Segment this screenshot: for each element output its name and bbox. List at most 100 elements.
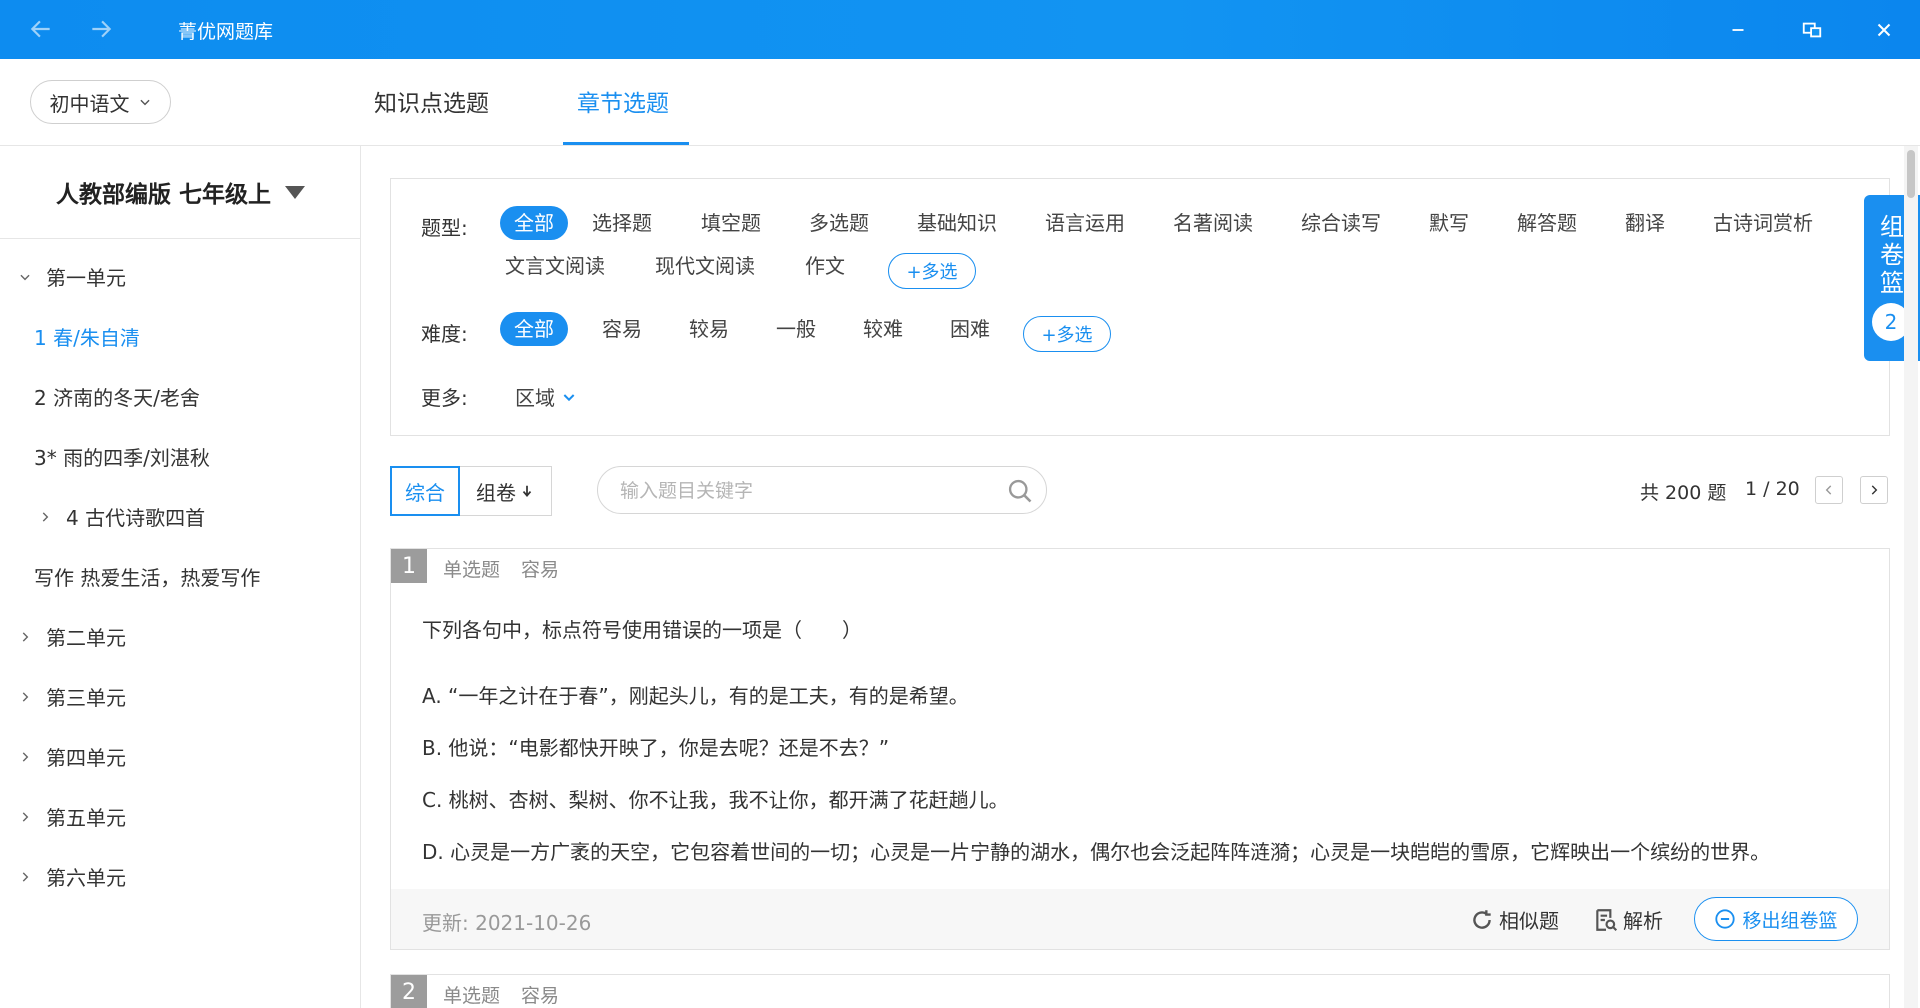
search-input[interactable] — [620, 477, 990, 505]
filter-panel: 题型: 全部 选择题 填空题 多选题 基础知识 语言运用 名著阅读 综合读写 默… — [390, 178, 1890, 436]
chevron-right-icon — [14, 626, 36, 648]
triangle-down-icon — [285, 185, 305, 199]
difficulty-chip-easy[interactable]: 容易 — [588, 312, 656, 346]
sidebar-item-unit-5[interactable]: 第五单元 — [14, 802, 126, 831]
document-search-icon — [1596, 908, 1618, 931]
search-box — [597, 466, 1047, 514]
sidebar-item-lesson-4[interactable]: 4 古代诗歌四首 — [34, 502, 205, 531]
page-indicator: 1 / 20 — [1745, 478, 1800, 500]
subject-select[interactable]: 初中语文 — [30, 80, 171, 124]
type-chip-classics[interactable]: 名著阅读 — [1159, 206, 1267, 240]
option-a: A. “一年之计在于春”，刚起头儿，有的是工夫，有的是希望。 — [422, 684, 969, 708]
difficulty-chip-fairly-hard[interactable]: 较难 — [849, 312, 917, 346]
option-d: D. 心灵是一方广袤的天空，它包容着世间的一切；心灵是一片宁静的湖水，偶尔也会泛… — [422, 840, 1771, 864]
similar-questions-button[interactable]: 相似题 — [1469, 905, 1559, 934]
title-bar: 菁优网题库 — [0, 0, 1920, 59]
chevron-down-icon — [14, 266, 36, 288]
chevron-left-icon — [1825, 485, 1832, 495]
remove-label: 移出组卷篮 — [1742, 909, 1838, 932]
region-label: 区域 — [515, 386, 555, 410]
header: 初中语文 知识点选题 章节选题 — [0, 59, 1920, 146]
chevron-right-icon — [14, 686, 36, 708]
type-chip-classical-reading[interactable]: 文言文阅读 — [491, 249, 619, 283]
minimize-icon[interactable] — [1722, 14, 1754, 46]
active-tab-indicator — [563, 142, 689, 145]
sidebar-item-writing[interactable]: 写作 热爱生活，热爱写作 — [34, 562, 260, 591]
forward-arrow-icon[interactable] — [86, 14, 116, 44]
sidebar-item-label: 第六单元 — [46, 866, 126, 890]
restore-icon[interactable] — [1796, 14, 1828, 46]
sidebar-item-label: 第三单元 — [46, 686, 126, 710]
analysis-button[interactable]: 解析 — [1593, 905, 1663, 934]
type-filter-label: 题型: — [421, 216, 468, 240]
type-chip-language[interactable]: 语言运用 — [1031, 206, 1139, 240]
difficulty-filter-label: 难度: — [421, 322, 468, 346]
book-selector[interactable]: 人教部编版 七年级上 — [0, 146, 361, 239]
difficulty-chip-hard[interactable]: 困难 — [936, 312, 1004, 346]
type-chip-choice[interactable]: 选择题 — [578, 206, 666, 240]
chevron-right-icon — [14, 806, 36, 828]
chevron-right-icon — [14, 746, 36, 768]
question-footer: 更新: 2021-10-26 相似题 解析 移出组卷篮 — [391, 889, 1889, 949]
minus-circle-icon — [1715, 909, 1736, 929]
difficulty-multi-select-button[interactable]: +多选 — [1023, 316, 1111, 352]
search-icon[interactable] — [1006, 477, 1034, 505]
chapter-sidebar: 人教部编版 七年级上 第一单元 1 春/朱自清 2 济南的冬天/老舍 3* 雨的… — [0, 146, 361, 1008]
back-arrow-icon[interactable] — [26, 14, 56, 44]
type-multi-select-button[interactable]: +多选 — [888, 253, 976, 289]
type-chip-answer[interactable]: 解答题 — [1503, 206, 1591, 240]
arrow-down-icon — [522, 485, 532, 498]
remove-from-basket-button[interactable]: 移出组卷篮 — [1694, 897, 1858, 941]
sidebar-item-lesson-2[interactable]: 2 济南的冬天/老舍 — [34, 382, 200, 411]
question-number: 2 — [391, 975, 427, 1008]
chevron-right-icon — [34, 506, 56, 528]
sidebar-item-label: 写作 热爱生活，热爱写作 — [34, 566, 261, 590]
difficulty-chip-medium[interactable]: 一般 — [762, 312, 830, 346]
sidebar-item-unit-4[interactable]: 第四单元 — [14, 742, 126, 771]
sort-paper-button[interactable]: 组卷 — [459, 467, 551, 515]
sidebar-item-label: 4 古代诗歌四首 — [66, 506, 206, 530]
region-dropdown[interactable]: 区域 — [515, 382, 577, 411]
type-chip-fill[interactable]: 填空题 — [687, 206, 775, 240]
type-chip-essay[interactable]: 作文 — [791, 249, 859, 283]
sort-comprehensive-button[interactable]: 综合 — [390, 466, 460, 516]
type-chip-multi[interactable]: 多选题 — [795, 206, 883, 240]
more-filter-label: 更多: — [421, 386, 468, 410]
book-title: 人教部编版 七年级上 — [55, 182, 271, 208]
scroll-thumb[interactable] — [1907, 150, 1915, 198]
sidebar-item-lesson-1[interactable]: 1 春/朱自清 — [34, 322, 140, 351]
option-b: B. 他说：“电影都快开映了，你是去呢？还是不去？” — [422, 736, 890, 760]
sidebar-item-label: 2 济南的冬天/老舍 — [34, 386, 200, 410]
prev-page-button[interactable] — [1815, 476, 1843, 504]
sidebar-item-unit-6[interactable]: 第六单元 — [14, 862, 126, 891]
scrollbar[interactable] — [1904, 146, 1918, 1008]
type-chip-reading-writing[interactable]: 综合读写 — [1287, 206, 1395, 240]
question-stem: 下列各句中，标点符号使用错误的一项是（ ） — [422, 618, 862, 642]
update-date: 更新: 2021-10-26 — [422, 911, 592, 935]
sidebar-item-unit-1[interactable]: 第一单元 — [14, 262, 126, 291]
total-count: 共 200 题 — [1640, 482, 1727, 504]
type-chip-all[interactable]: 全部 — [500, 206, 568, 240]
difficulty-chip-fairly-easy[interactable]: 较易 — [675, 312, 743, 346]
tab-chapter[interactable]: 章节选题 — [577, 84, 669, 118]
sidebar-item-unit-2[interactable]: 第二单元 — [14, 622, 126, 651]
similar-label: 相似题 — [1499, 909, 1559, 933]
next-page-button[interactable] — [1860, 476, 1888, 504]
question-card: 1 单选题 容易 下列各句中，标点符号使用错误的一项是（ ） A. “一年之计在… — [390, 548, 1890, 950]
sidebar-item-unit-3[interactable]: 第三单元 — [14, 682, 126, 711]
question-type: 单选题 — [443, 985, 501, 1007]
tab-knowledge-point[interactable]: 知识点选题 — [374, 84, 489, 118]
type-chip-dictation[interactable]: 默写 — [1415, 206, 1483, 240]
difficulty-chip-all[interactable]: 全部 — [500, 312, 568, 346]
type-chip-translate[interactable]: 翻译 — [1611, 206, 1679, 240]
subject-label: 初中语文 — [49, 91, 130, 116]
analysis-label: 解析 — [1623, 909, 1663, 933]
sidebar-item-lesson-3[interactable]: 3* 雨的四季/刘湛秋 — [34, 442, 210, 471]
question-difficulty: 容易 — [521, 985, 560, 1007]
question-type: 单选题 — [443, 559, 501, 581]
close-icon[interactable] — [1868, 14, 1900, 46]
sort-toggle: 综合 组卷 — [390, 466, 552, 516]
type-chip-basics[interactable]: 基础知识 — [903, 206, 1011, 240]
type-chip-poetry[interactable]: 古诗词赏析 — [1699, 206, 1827, 240]
type-chip-modern-reading[interactable]: 现代文阅读 — [641, 249, 769, 283]
